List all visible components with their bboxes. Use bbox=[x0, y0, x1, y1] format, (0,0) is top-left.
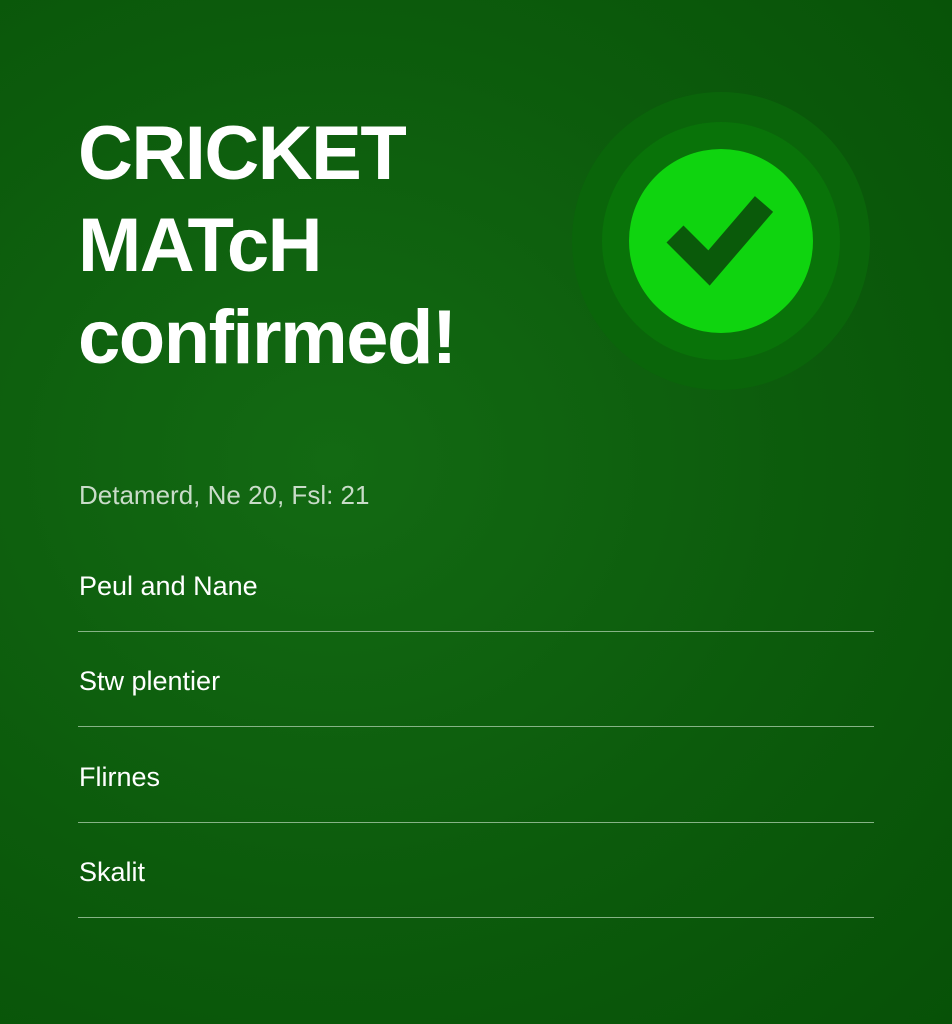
confirmation-screen: CRICKET MATcH confirmed! Detamerd, Ne 20… bbox=[0, 0, 952, 1024]
checkmark-icon bbox=[572, 92, 870, 390]
page-title: CRICKET MATcH confirmed! bbox=[78, 108, 548, 384]
list-item[interactable]: Stw plentier bbox=[78, 632, 874, 727]
list-item-label: Stw plentier bbox=[79, 666, 221, 696]
title-line-1: CRICKET bbox=[78, 111, 407, 196]
player-list: Peul and Nane Stw plentier Flirnes Skali… bbox=[78, 536, 874, 918]
success-badge bbox=[572, 92, 870, 390]
title-line-2: MATcH bbox=[78, 203, 323, 288]
list-item-label: Peul and Nane bbox=[79, 570, 258, 601]
list-item[interactable]: Skalit bbox=[78, 823, 874, 918]
list-item[interactable]: Flirnes bbox=[78, 727, 874, 823]
list-item-label: Flirnes bbox=[79, 761, 161, 792]
match-date: Detamerd, Ne 20, Fsl: 21 bbox=[79, 480, 370, 510]
list-item[interactable]: Peul and Nane bbox=[78, 536, 874, 632]
list-item-label: Skalit bbox=[79, 857, 146, 887]
title-line-3: confirmed! bbox=[78, 295, 457, 380]
